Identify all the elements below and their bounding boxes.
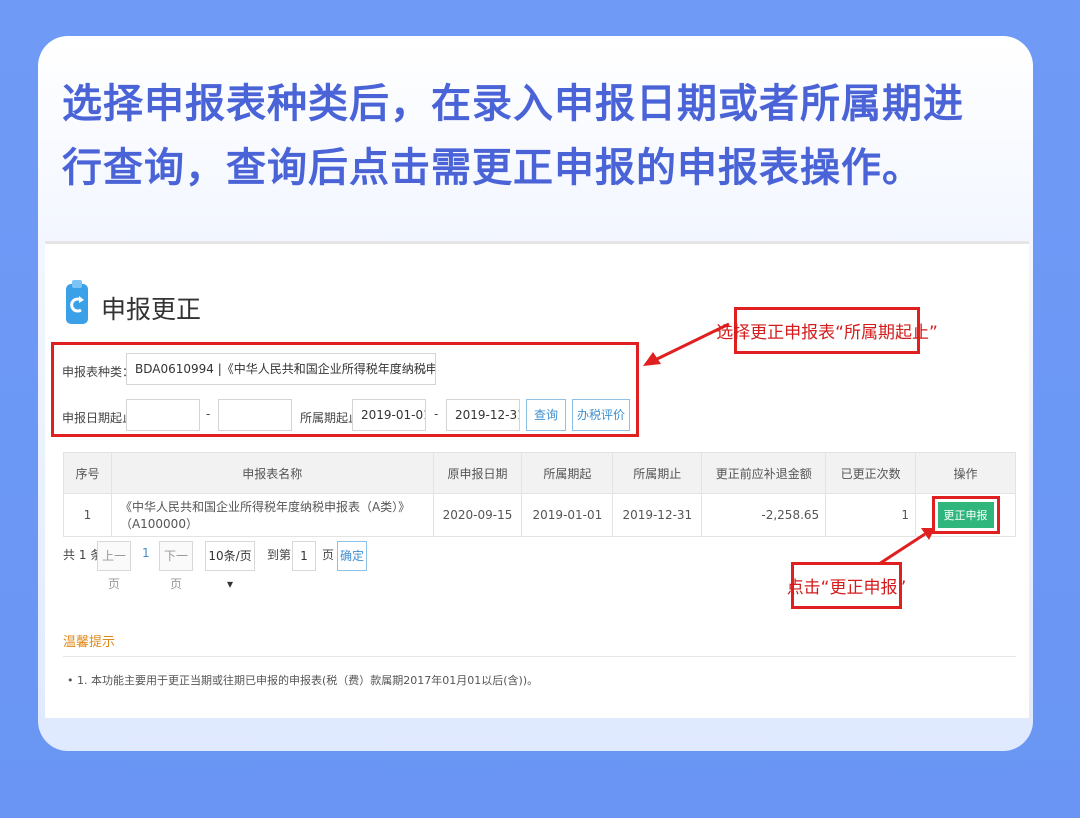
cell-name: 《中华人民共和国企业所得税年度纳税申报表（A类）》（A100000） [110,493,434,537]
correct-declaration-button[interactable]: 更正申报 [937,502,994,528]
tips-title: 温馨提示 [63,635,116,650]
tutorial-card: 选择申报表种类后，在录入申报日期或者所属期进 行查询，查询后点击需更正申报的申报… [38,36,1033,751]
arrow-icon [878,528,935,566]
cell-period-start: 2019-01-01 [521,493,614,537]
pager-next-button[interactable]: 下一页 [159,541,193,591]
cell-orig-date: 2020-09-15 [432,493,523,537]
pager-page-input[interactable]: 1 [292,541,316,571]
report-type-value: BDA0610994 |《中华人民共和国企业所得税年度纳税申报表（A类）》 [135,362,436,376]
pager-current[interactable]: 1 [142,546,150,560]
declare-date-start-input[interactable] [126,399,200,431]
table-row: 1 《中华人民共和国企业所得税年度纳税申报表（A类）》（A100000） 202… [63,493,1016,537]
period-callout: 选择更正申报表“所属期起止” [716,307,938,354]
pager-page-unit: 页 [322,548,335,562]
declare-date-separator: - [206,407,211,421]
header-name: 申报表名称 [110,452,434,494]
table-header-row: 序号 申报表名称 原申报日期 所属期起 所属期止 更正前应补退金额 已更正次数 … [63,452,1016,494]
tips-divider [63,656,1016,657]
cell-period-end: 2019-12-31 [612,493,703,537]
report-type-select[interactable]: BDA0610994 |《中华人民共和国企业所得税年度纳税申报表（A类）》 ⌄ [126,353,436,385]
pager-prev-button[interactable]: 上一页 [97,541,131,591]
action-highlight: 更正申报 [931,496,1000,534]
app-screenshot: 申报更正 申报表种类： BDA0610994 |《中华人民共和国企业所得税年度纳… [45,241,1029,718]
pager-confirm-button[interactable]: 确定 [337,541,367,571]
report-type-label: 申报表种类： [62,365,135,379]
tutorial-headline: 选择申报表种类后，在录入申报日期或者所属期进 行查询，查询后点击需更正申报的申报… [62,72,1022,200]
header-period-end: 所属期止 [612,452,703,494]
page-title: 申报更正 [101,295,202,324]
declare-date-end-input[interactable] [218,399,292,431]
header-orig-date: 原申报日期 [432,452,523,494]
query-button[interactable]: 查询 [526,399,566,431]
pager-goto-label: 到第 [267,548,292,562]
tips-text: • 1. 本功能主要用于更正当期或往期已申报的申报表(税（费）款属期2017年0… [67,674,539,687]
period-end-input[interactable]: 2019-12-31 [446,399,520,431]
header-period-start: 所属期起 [521,452,614,494]
cell-amount: -2,258.65 [701,493,827,537]
pager-size-select[interactable]: 10条/页 ▾ [205,541,255,591]
filter-panel: 申报表种类： BDA0610994 |《中华人民共和国企业所得税年度纳税申报表（… [51,342,639,437]
header-times: 已更正次数 [825,452,917,494]
period-start-input[interactable]: 2019-01-01 [352,399,426,431]
click-callout: 点击“更正申报” [787,562,906,609]
header-action: 操作 [915,452,1016,494]
header-amount: 更正前应补退金额 [701,452,827,494]
tax-evaluation-button[interactable]: 办税评价 [572,399,630,431]
declaration-table: 序号 申报表名称 原申报日期 所属期起 所属期止 更正前应补退金额 已更正次数 … [63,452,1016,537]
headline-line-1: 选择申报表种类后，在录入申报日期或者所属期进 [62,81,964,127]
clipboard-icon [66,280,88,324]
period-separator: - [434,407,439,421]
cell-no: 1 [63,493,112,537]
headline-line-2: 行查询，查询后点击需更正申报的申报表操作。 [62,145,923,191]
chevron-down-icon: ⌄ [418,362,429,376]
header-no: 序号 [63,452,112,494]
